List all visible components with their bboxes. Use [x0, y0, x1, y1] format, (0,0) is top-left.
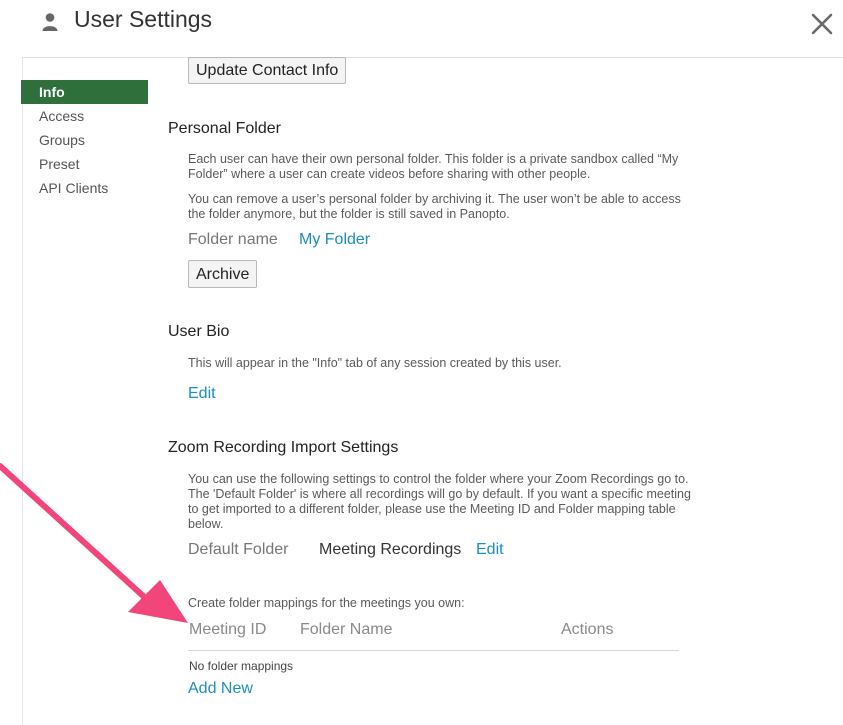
sidebar-item-api-clients[interactable]: API Clients — [21, 176, 148, 200]
my-folder-link[interactable]: My Folder — [299, 231, 370, 249]
close-icon[interactable] — [808, 10, 836, 38]
user-bio-edit-link[interactable]: Edit — [188, 385, 216, 403]
personal-folder-desc: Each user can have their own personal fo… — [188, 152, 679, 181]
personal-folder-title: Personal Folder — [168, 120, 281, 137]
default-folder-label: Default Folder — [188, 541, 289, 558]
empty-mappings-text: No folder mappings — [189, 659, 294, 673]
column-folder-name: Folder Name — [300, 621, 393, 638]
personal-folder-archive-desc: You can remove a user’s personal folder … — [188, 192, 681, 221]
user-bio-title: User Bio — [168, 323, 230, 340]
archive-button[interactable]: Archive — [188, 260, 258, 288]
sidebar-item-preset[interactable]: Preset — [21, 152, 148, 176]
column-actions: Actions — [561, 621, 614, 638]
sidebar: Info Access Groups Preset API Clients — [21, 80, 148, 200]
folder-mappings-intro: Create folder mappings for the meetings … — [188, 596, 465, 610]
default-folder-edit-link[interactable]: Edit — [476, 541, 504, 559]
folder-name-label: Folder name — [188, 231, 278, 248]
update-contact-info-button[interactable]: Update Contact Info — [188, 57, 347, 84]
sidebar-item-access[interactable]: Access — [21, 104, 148, 128]
default-folder-value: Meeting Recordings — [319, 541, 462, 558]
user-icon — [42, 13, 58, 31]
header: User Settings — [0, 0, 843, 56]
user-bio-desc: This will appear in the "Info" tab of an… — [188, 356, 562, 370]
header-divider — [22, 57, 843, 58]
sidebar-item-info[interactable]: Info — [21, 80, 148, 104]
add-new-link[interactable]: Add New — [188, 680, 253, 698]
annotation-arrow-icon — [0, 463, 188, 623]
page-title: User Settings — [74, 6, 213, 32]
sidebar-item-groups[interactable]: Groups — [21, 128, 148, 152]
zoom-settings-title: Zoom Recording Import Settings — [168, 439, 399, 456]
column-meeting-id: Meeting ID — [189, 621, 267, 638]
table-header-divider — [188, 650, 679, 651]
zoom-settings-desc: You can use the following settings to co… — [188, 472, 691, 531]
